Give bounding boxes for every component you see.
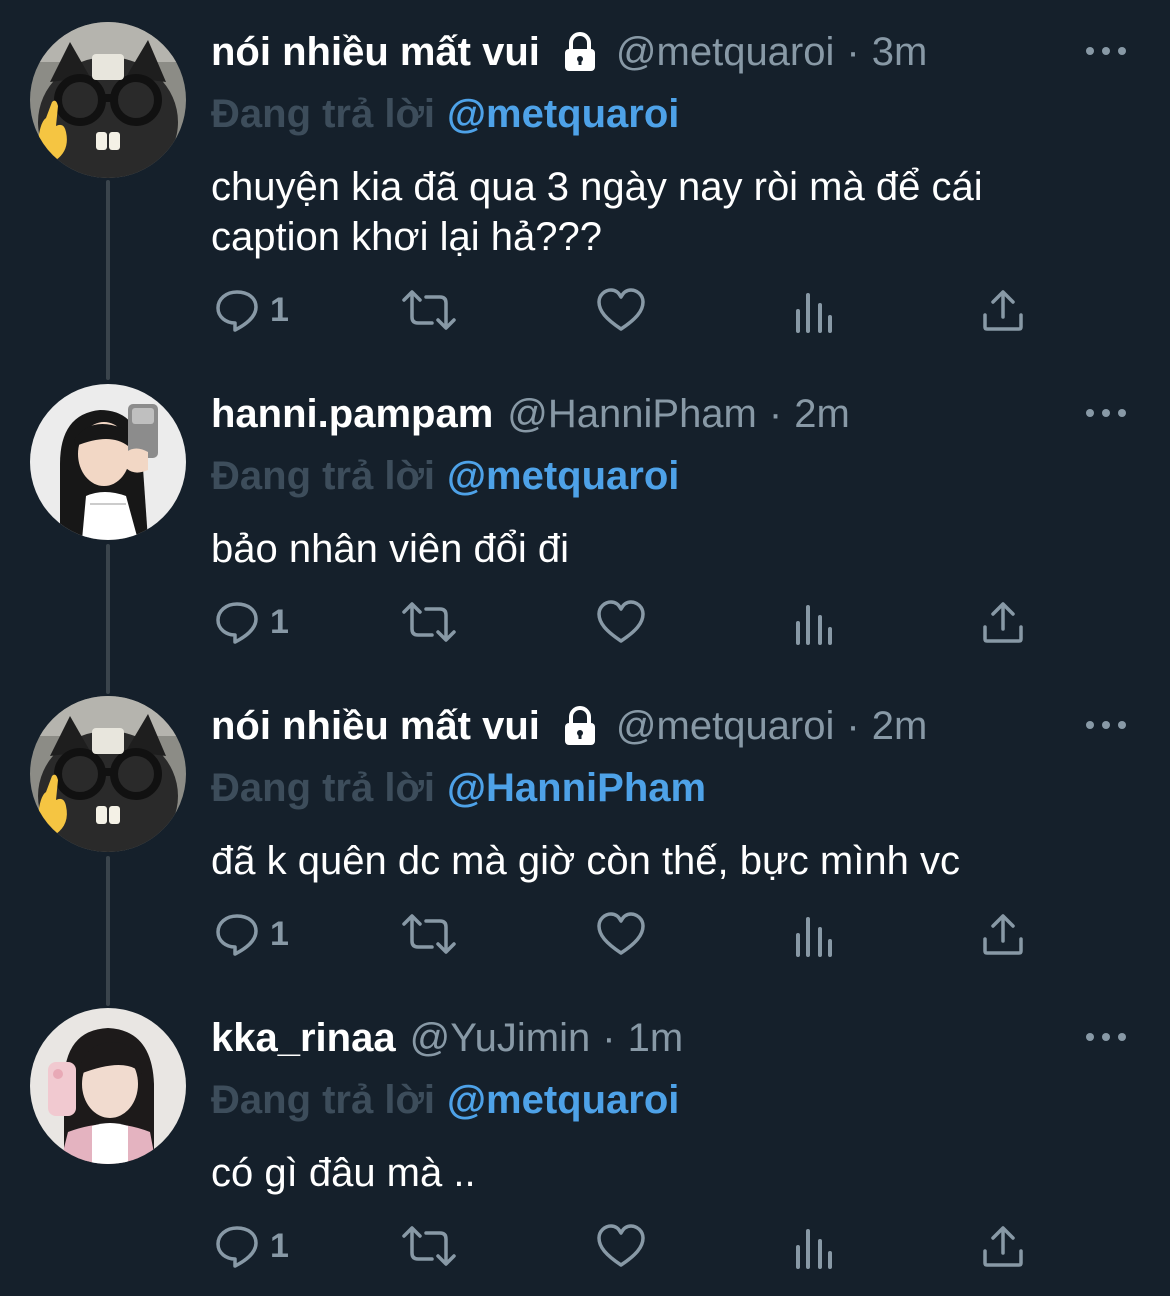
timestamp[interactable]: 2m (872, 704, 928, 749)
more-icon[interactable] (1086, 36, 1126, 66)
timestamp[interactable]: 3m (872, 30, 928, 75)
avatar[interactable] (30, 1008, 186, 1164)
replying-to: Đang trả lời @metquaroi (211, 1078, 679, 1123)
display-name[interactable]: kka_rinaa (211, 1016, 396, 1061)
reply-button[interactable]: 1 (214, 904, 289, 964)
views-button[interactable] (794, 280, 834, 340)
views-button[interactable] (794, 592, 834, 652)
tweet[interactable]: nói nhiều mất vui @metquaroi · 3m Đang t… (0, 22, 1170, 352)
reply-icon (216, 1226, 258, 1268)
mention-link[interactable]: @HanniPham (447, 766, 706, 810)
views-button[interactable] (794, 1216, 834, 1276)
share-button[interactable] (980, 592, 1026, 652)
tweet-text: chuyện kia đã qua 3 ngày nay ròi mà để c… (211, 165, 983, 259)
views-icon (796, 293, 832, 333)
replying-label: Đang trả lời (211, 92, 436, 136)
timestamp[interactable]: 2m (794, 392, 850, 437)
user-handle[interactable]: @HanniPham (507, 392, 757, 437)
replying-to: Đang trả lời @HanniPham (211, 766, 706, 811)
heart-icon (597, 1224, 645, 1267)
tweet[interactable]: nói nhiều mất vui @metquaroi · 2m Đang t… (0, 696, 1170, 986)
share-icon (983, 290, 1023, 331)
share-button[interactable] (980, 1216, 1026, 1276)
heart-icon (597, 288, 645, 331)
tweet-text: có gì đâu mà .. (211, 1151, 476, 1195)
reply-timeline: nói nhiều mất vui @metquaroi · 3m Đang t… (0, 0, 1170, 1296)
action-bar: 1 (200, 1216, 1060, 1276)
share-icon (983, 602, 1023, 643)
tweet-text: đã k quên dc mà giờ còn thế, bực mình vc (211, 839, 960, 883)
separator-dot: · (602, 1015, 616, 1060)
share-button[interactable] (980, 280, 1026, 340)
lock-icon (558, 704, 602, 748)
retweet-button[interactable] (400, 592, 458, 652)
mention-link[interactable]: @metquaroi (447, 92, 679, 136)
tweet-header: nói nhiều mất vui @metquaroi · 2m (211, 698, 927, 754)
views-icon (796, 917, 832, 957)
retweet-icon (402, 290, 456, 330)
retweet-button[interactable] (400, 904, 458, 964)
mention-link[interactable]: @metquaroi (447, 454, 679, 498)
more-icon[interactable] (1086, 1022, 1126, 1052)
avatar[interactable] (30, 22, 186, 178)
lock-icon (558, 30, 602, 74)
views-icon (796, 605, 832, 645)
replying-label: Đang trả lời (211, 766, 436, 810)
tweet-header: kka_rinaa @YuJimin · 1m (211, 1010, 683, 1066)
tweet-header: hanni.pampam @HanniPham · 2m (211, 386, 850, 442)
replying-to: Đang trả lời @metquaroi (211, 92, 679, 137)
action-bar: 1 (200, 280, 1060, 340)
user-handle[interactable]: @metquaroi (616, 704, 834, 749)
heart-icon (597, 912, 645, 955)
share-button[interactable] (980, 904, 1026, 964)
more-icon[interactable] (1086, 398, 1126, 428)
reply-button[interactable]: 1 (214, 1216, 289, 1276)
reply-button[interactable]: 1 (214, 592, 289, 652)
tweet-header: nói nhiều mất vui @metquaroi · 3m (211, 24, 927, 80)
replying-label: Đang trả lời (211, 454, 436, 498)
action-bar: 1 (200, 904, 1060, 964)
separator-dot: · (768, 391, 783, 436)
views-icon (796, 1229, 832, 1269)
tweet[interactable]: hanni.pampam @HanniPham · 2m Đang trả lờ… (0, 384, 1170, 674)
share-icon (983, 1226, 1023, 1267)
display-name[interactable]: nói nhiều mất vui (211, 30, 540, 75)
more-icon[interactable] (1086, 710, 1126, 740)
retweet-icon (402, 914, 456, 954)
reply-icon (216, 290, 258, 332)
views-button[interactable] (794, 904, 834, 964)
reply-icon (216, 914, 258, 956)
share-icon (983, 914, 1023, 955)
replying-label: Đang trả lời (211, 1078, 436, 1122)
retweet-button[interactable] (400, 280, 458, 340)
user-handle[interactable]: @YuJimin (410, 1016, 591, 1061)
action-bar: 1 (200, 592, 1060, 652)
display-name[interactable]: nói nhiều mất vui (211, 704, 540, 749)
retweet-icon (402, 1226, 456, 1266)
reply-count: 1 (270, 914, 289, 953)
avatar[interactable] (30, 384, 186, 540)
like-button[interactable] (596, 904, 646, 964)
display-name[interactable]: hanni.pampam (211, 392, 493, 437)
replying-to: Đang trả lời @metquaroi (211, 454, 679, 499)
separator-dot: · (846, 29, 860, 74)
tweet[interactable]: kka_rinaa @YuJimin · 1m Đang trả lời @met… (0, 1008, 1170, 1296)
timestamp[interactable]: 1m (628, 1016, 684, 1061)
reply-count: 1 (270, 602, 289, 641)
retweet-icon (402, 602, 456, 642)
reply-button[interactable]: 1 (214, 280, 289, 340)
heart-icon (597, 600, 645, 643)
mention-link[interactable]: @metquaroi (447, 1078, 679, 1122)
separator-dot: · (846, 703, 860, 748)
like-button[interactable] (596, 592, 646, 652)
tweet-text: bảo nhân viên đổi đi (211, 527, 570, 571)
reply-count: 1 (270, 1226, 289, 1265)
like-button[interactable] (596, 280, 646, 340)
like-button[interactable] (596, 1216, 646, 1276)
retweet-button[interactable] (400, 1216, 458, 1276)
reply-count: 1 (270, 290, 289, 329)
reply-icon (216, 602, 258, 644)
user-handle[interactable]: @metquaroi (616, 30, 834, 75)
avatar[interactable] (30, 696, 186, 852)
